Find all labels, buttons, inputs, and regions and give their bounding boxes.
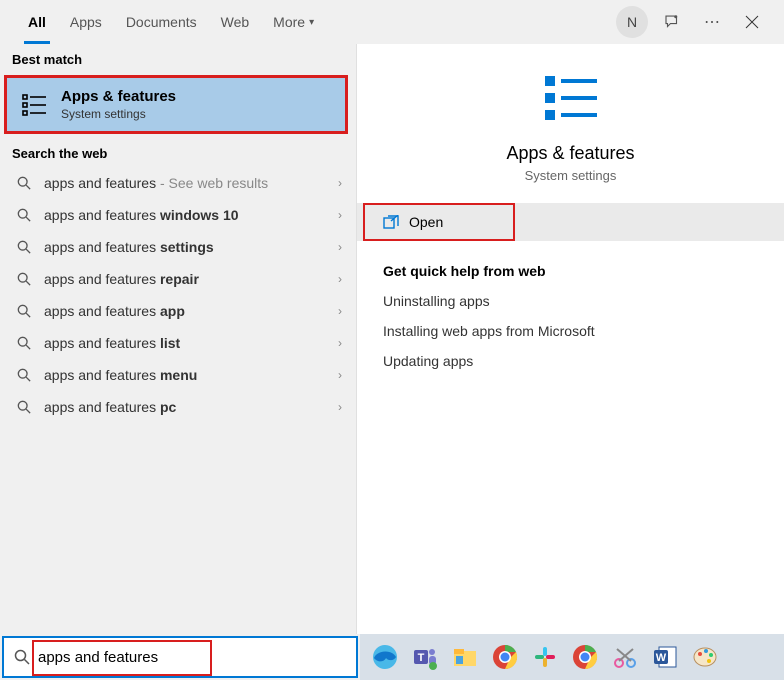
open-button[interactable]: Open <box>363 203 515 241</box>
best-match-title: Apps & features <box>61 88 176 105</box>
taskbar-paint-icon[interactable] <box>688 640 722 674</box>
web-result-row[interactable]: apps and features settings › <box>0 231 356 263</box>
taskbar-snip-icon[interactable] <box>608 640 642 674</box>
web-result-row[interactable]: apps and features list › <box>0 327 356 359</box>
svg-text:T: T <box>418 652 425 664</box>
apps-features-large-icon <box>539 72 603 124</box>
web-result-row[interactable]: apps and features app › <box>0 295 356 327</box>
help-link[interactable]: Installing web apps from Microsoft <box>383 323 758 339</box>
search-icon <box>14 240 34 254</box>
detail-title: Apps & features <box>377 143 764 164</box>
search-box[interactable] <box>2 636 358 678</box>
web-result-text: apps and features repair <box>44 271 338 287</box>
web-result-row[interactable]: apps and features - See web results › <box>0 167 356 199</box>
help-link[interactable]: Uninstalling apps <box>383 293 758 309</box>
web-result-row[interactable]: apps and features windows 10 › <box>0 199 356 231</box>
help-header: Get quick help from web <box>383 263 758 279</box>
taskbar-explorer-icon[interactable] <box>448 640 482 674</box>
web-result-row[interactable]: apps and features pc › <box>0 391 356 423</box>
web-result-row[interactable]: apps and features menu › <box>0 359 356 391</box>
chevron-down-icon: ▾ <box>309 17 314 28</box>
chevron-right-icon: › <box>338 208 342 222</box>
chevron-right-icon: › <box>338 400 342 414</box>
settings-list-icon <box>21 91 49 119</box>
tab-documents[interactable]: Documents <box>114 0 209 44</box>
detail-subtitle: System settings <box>377 168 764 183</box>
chevron-right-icon: › <box>338 304 342 318</box>
open-label: Open <box>409 214 443 230</box>
open-icon <box>383 215 399 229</box>
best-match-header: Best match <box>0 44 356 73</box>
search-input[interactable] <box>38 649 346 666</box>
web-result-text: apps and features settings <box>44 239 338 255</box>
web-result-text: apps and features menu <box>44 367 338 383</box>
help-link[interactable]: Updating apps <box>383 353 758 369</box>
web-result-text: apps and features list <box>44 335 338 351</box>
search-icon <box>14 304 34 318</box>
chevron-right-icon: › <box>338 336 342 350</box>
more-options-icon[interactable]: ⋯ <box>696 6 728 38</box>
taskbar-word-icon[interactable]: W <box>648 640 682 674</box>
search-icon <box>14 176 34 190</box>
search-filter-tabs: All Apps Documents Web More▾ N ⋯ <box>0 0 784 44</box>
search-results-panel: Best match Apps & features System settin… <box>0 44 356 634</box>
search-icon <box>14 208 34 222</box>
chevron-right-icon: › <box>338 240 342 254</box>
taskbar: T W <box>360 634 784 680</box>
tab-web[interactable]: Web <box>209 0 262 44</box>
close-icon[interactable] <box>736 6 768 38</box>
taskbar-edge-icon[interactable] <box>368 640 402 674</box>
taskbar-slack-icon[interactable] <box>528 640 562 674</box>
web-result-text: apps and features windows 10 <box>44 207 338 223</box>
search-icon <box>14 368 34 382</box>
best-match-subtitle: System settings <box>61 107 176 121</box>
web-result-text: apps and features - See web results <box>44 175 338 191</box>
tab-more[interactable]: More▾ <box>261 0 326 44</box>
web-result-row[interactable]: apps and features repair › <box>0 263 356 295</box>
detail-panel: Apps & features System settings Open Get… <box>356 44 784 634</box>
search-icon <box>14 272 34 286</box>
svg-text:W: W <box>656 652 667 664</box>
search-icon <box>14 649 30 665</box>
search-web-header: Search the web <box>0 138 356 167</box>
search-icon <box>14 400 34 414</box>
chevron-right-icon: › <box>338 368 342 382</box>
tab-all[interactable]: All <box>16 0 58 44</box>
tab-apps[interactable]: Apps <box>58 0 114 44</box>
search-icon <box>14 336 34 350</box>
taskbar-teams-icon[interactable]: T <box>408 640 442 674</box>
web-result-text: apps and features app <box>44 303 338 319</box>
taskbar-chrome2-icon[interactable] <box>568 640 602 674</box>
web-result-text: apps and features pc <box>44 399 338 415</box>
chevron-right-icon: › <box>338 272 342 286</box>
best-match-result[interactable]: Apps & features System settings <box>4 75 348 134</box>
feedback-icon[interactable] <box>656 6 688 38</box>
user-avatar[interactable]: N <box>616 6 648 38</box>
chevron-right-icon: › <box>338 176 342 190</box>
taskbar-chrome-icon[interactable] <box>488 640 522 674</box>
